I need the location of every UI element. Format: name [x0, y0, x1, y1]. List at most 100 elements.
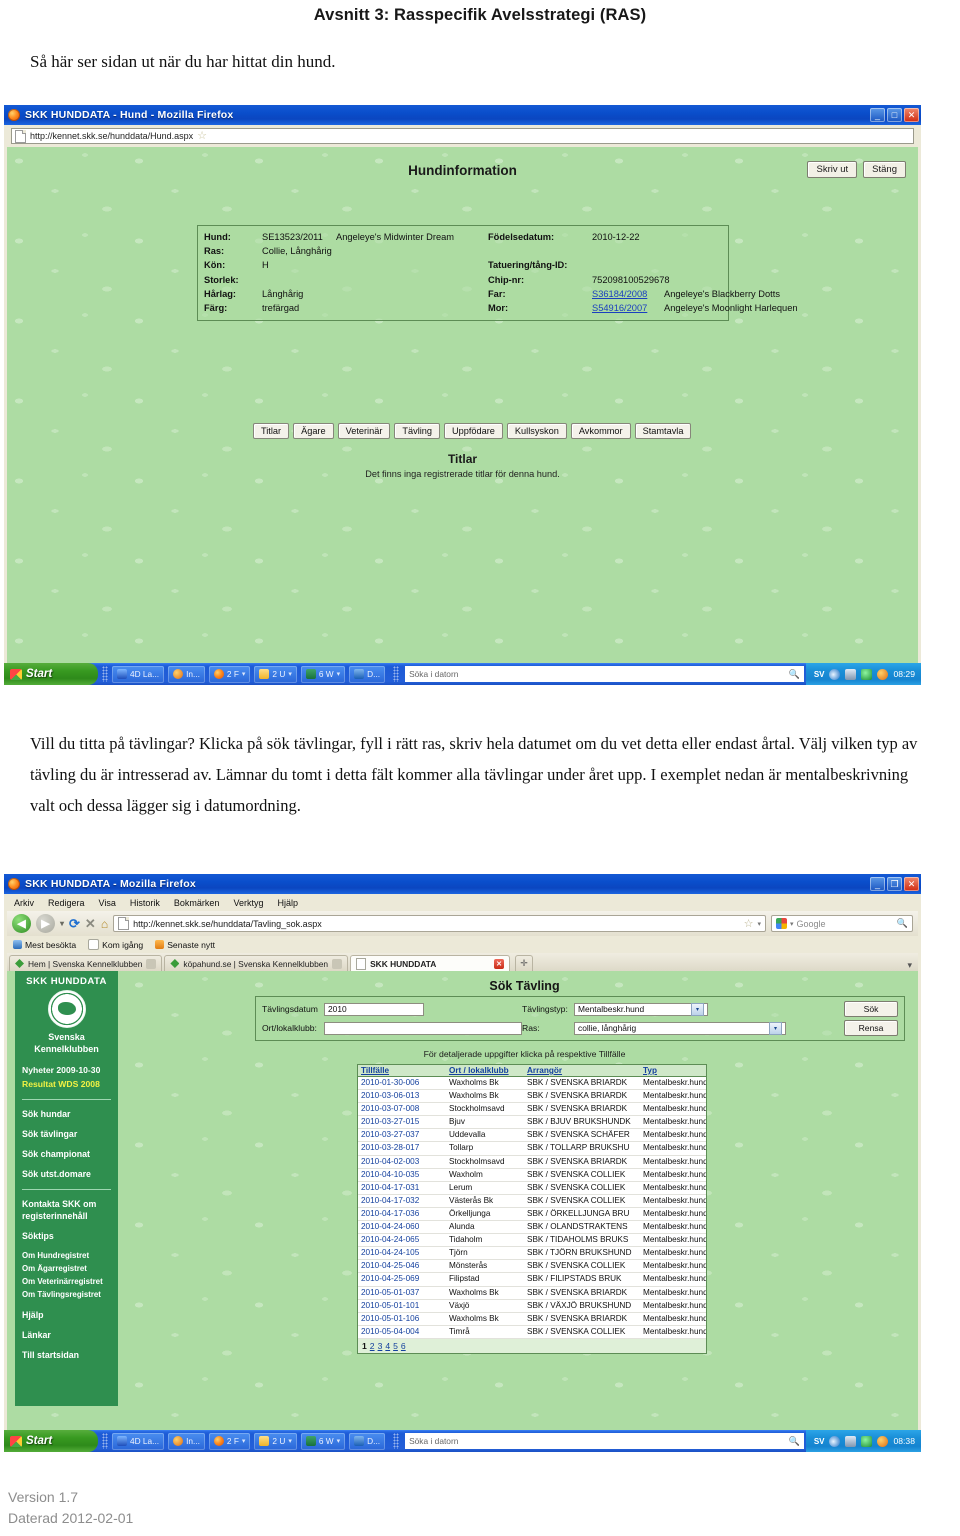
table-row[interactable]: 2010-04-24-060 Alunda SBK / OLANDSTRAKTENS… [358, 1221, 706, 1235]
desktop-search-input[interactable]: Söka i datorn 🔍 [405, 666, 804, 682]
cell-tillfalle-link[interactable]: 2010-05-01-106 [358, 1313, 446, 1325]
cell-tillfalle-link[interactable]: 2010-03-27-015 [358, 1116, 446, 1128]
menu-bokmarken[interactable]: Bokmärken [174, 898, 220, 908]
volume-icon[interactable] [829, 668, 841, 680]
column-header-typ[interactable]: Typ [640, 1065, 706, 1076]
tab-titlar[interactable]: Titlar [253, 423, 290, 439]
taskbar-item-0[interactable]: 4D La... [112, 1432, 165, 1450]
chevron-down-icon[interactable]: ▾ [691, 1002, 704, 1016]
chevron-down-icon[interactable]: ▾ [60, 919, 64, 928]
browser-tab-hem[interactable]: Hem | Svenska Kennelklubben [9, 955, 163, 971]
sidebar-item-sok-championat[interactable]: Sök championat [22, 1148, 111, 1160]
close-tab-icon[interactable] [332, 958, 343, 969]
menu-hjalp[interactable]: Hjälp [277, 898, 298, 908]
page-link-6[interactable]: 6 [401, 1341, 406, 1351]
cell-tillfalle-link[interactable]: 2010-01-30-006 [358, 1077, 446, 1089]
chevron-down-icon[interactable]: ▾ [769, 1021, 782, 1035]
taskbar-item-1[interactable]: In... [168, 1432, 205, 1450]
taskbar-item-5[interactable]: D... [349, 665, 386, 683]
sidebar-item-om-tavlingsregistret[interactable]: Om Tävlingsregistret [22, 1289, 111, 1301]
taskbar-item-1[interactable]: In... [168, 665, 205, 683]
bookmark-kom-igang[interactable]: Kom igång [88, 939, 143, 950]
stop-icon[interactable]: ✕ [85, 916, 96, 932]
taskbar-item-2[interactable]: 2 F ▾ [208, 665, 251, 683]
tab-agare[interactable]: Ägare [293, 423, 334, 439]
close-button[interactable]: ✕ [904, 877, 919, 891]
close-page-button[interactable]: Stäng [863, 161, 906, 178]
desktop-search-input[interactable]: Söka i datorn 🔍 [405, 1433, 804, 1449]
new-tab-icon[interactable]: ✛ [515, 955, 534, 971]
mor-reg-link[interactable]: S54916/2007 [592, 301, 664, 315]
taskbar-item-2[interactable]: 2 F ▾ [208, 1432, 251, 1450]
close-tab-icon[interactable]: ✕ [494, 958, 505, 969]
sidebar-item-om-veterinarregistret[interactable]: Om Veterinärregistret [22, 1276, 111, 1288]
address-bar[interactable]: http://kennet.skk.se/hunddata/Hund.aspx … [11, 128, 914, 144]
start-button[interactable]: Start [4, 1430, 98, 1452]
reload-icon[interactable]: ⟳ [69, 916, 80, 932]
forward-button-icon[interactable]: ▶ [36, 914, 55, 933]
table-row[interactable]: 2010-04-25-069 Filipstad SBK / FILIPSTADS … [358, 1273, 706, 1287]
sidebar-item-kontakta-skk[interactable]: Kontakta SKK om registerinnehåll [22, 1198, 111, 1222]
network-icon[interactable] [845, 668, 857, 680]
home-icon[interactable]: ⌂ [101, 917, 108, 931]
cell-tillfalle-link[interactable]: 2010-05-01-101 [358, 1300, 446, 1312]
tab-tavling[interactable]: Tävling [394, 423, 441, 439]
column-header-arrangor[interactable]: Arrangör [524, 1065, 640, 1076]
page-link-5[interactable]: 5 [393, 1341, 398, 1351]
table-row[interactable]: 2010-04-17-031 Lerum SBK / SVENSKA COLLIEK… [358, 1182, 706, 1195]
browser-tab-skk-hunddata[interactable]: SKK HUNDDATA ✕ [350, 955, 511, 971]
cell-tillfalle-link[interactable]: 2010-03-27-037 [358, 1129, 446, 1141]
taskbar-clock[interactable]: 08:29 [893, 669, 915, 679]
table-row[interactable]: 2010-05-01-101 Växjö SBK / VÄXJÖ BRUKSHUND… [358, 1300, 706, 1313]
table-row[interactable]: 2010-05-01-037 Waxholms Bk SBK / SVENSKA B… [358, 1287, 706, 1300]
table-row[interactable]: 2010-03-27-015 Bjuv SBK / BJUV BRUKSHUNDK M… [358, 1116, 706, 1130]
firefox-tray-icon[interactable] [877, 668, 889, 680]
page-link-2[interactable]: 2 [370, 1341, 375, 1351]
bookmark-star-icon[interactable]: ☆ [744, 917, 754, 930]
place-input[interactable] [324, 1021, 522, 1035]
taskbar-item-0[interactable]: 4D La... [112, 665, 165, 683]
menu-verktyg[interactable]: Verktyg [233, 898, 263, 908]
table-row[interactable]: 2010-03-07-008 Stockholmsavd SBK / SVENSKA… [358, 1103, 706, 1117]
cell-tillfalle-link[interactable]: 2010-03-28-017 [358, 1142, 446, 1154]
minimize-button[interactable]: _ [870, 108, 885, 122]
sidebar-news-date[interactable]: Nyheter 2009-10-30 [22, 1064, 111, 1076]
cell-tillfalle-link[interactable]: 2010-04-24-105 [358, 1247, 446, 1259]
close-tab-icon[interactable] [146, 958, 157, 969]
type-select[interactable]: Mentalbeskr.hund ▾ [574, 1002, 708, 1016]
table-row[interactable]: 2010-04-10-035 Waxholm SBK / SVENSKA COLLI… [358, 1169, 706, 1182]
address-bar[interactable]: http://kennet.skk.se/hunddata/Tavling_so… [113, 915, 766, 932]
cell-tillfalle-link[interactable]: 2010-04-17-031 [358, 1182, 446, 1194]
sidebar-item-till-startsidan[interactable]: Till startsidan [22, 1349, 111, 1361]
cell-tillfalle-link[interactable]: 2010-04-24-065 [358, 1234, 446, 1246]
sidebar-item-soktips[interactable]: Söktips [22, 1230, 111, 1242]
breed-select[interactable]: collie, långhårig ▾ [574, 1021, 786, 1035]
cell-tillfalle-link[interactable]: 2010-04-02-003 [358, 1156, 446, 1168]
print-button[interactable]: Skriv ut [807, 161, 858, 178]
cell-tillfalle-link[interactable]: 2010-05-04-004 [358, 1326, 446, 1338]
sidebar-item-sok-utst-domare[interactable]: Sök utst.domare [22, 1168, 111, 1180]
cell-tillfalle-link[interactable]: 2010-04-17-032 [358, 1195, 446, 1207]
table-row[interactable]: 2010-04-24-065 Tidaholm SBK / TIDAHOLMS BR… [358, 1234, 706, 1248]
tab-stamtavla[interactable]: Stamtavla [634, 423, 692, 439]
network-icon[interactable] [845, 1435, 857, 1447]
date-input[interactable]: 2010 [324, 1002, 424, 1016]
taskbar-item-3[interactable]: 2 U ▾ [254, 665, 297, 683]
sidebar-item-om-hundregistret[interactable]: Om Hundregistret [22, 1250, 111, 1262]
taskbar-item-4[interactable]: 6 W ▾ [300, 1432, 346, 1450]
maximize-button[interactable]: □ [887, 108, 902, 122]
table-row[interactable]: 2010-01-30-006 Waxholms Bk SBK / SVENSKA B… [358, 1077, 706, 1091]
security-shield-icon[interactable] [861, 668, 873, 680]
clear-button[interactable]: Rensa [844, 1020, 898, 1036]
search-icon[interactable]: 🔍 [789, 669, 800, 680]
page-link-1[interactable]: 1 [362, 1341, 367, 1351]
cell-tillfalle-link[interactable]: 2010-04-25-046 [358, 1260, 446, 1272]
table-row[interactable]: 2010-05-04-004 Timrå SBK / SVENSKA COLLIEK… [358, 1326, 706, 1339]
browser-tab-kopahund[interactable]: köpahund.se | Svenska Kennelklubben [164, 955, 349, 971]
minimize-button[interactable]: _ [870, 877, 885, 891]
search-icon[interactable]: 🔍 [789, 1436, 800, 1447]
firefox-tray-icon[interactable] [877, 1435, 889, 1447]
column-header-ort[interactable]: Ort / lokalklubb [446, 1065, 524, 1076]
cell-tillfalle-link[interactable]: 2010-05-01-037 [358, 1287, 446, 1299]
table-row[interactable]: 2010-05-01-106 Waxholms Bk SBK / SVENSKA B… [358, 1313, 706, 1326]
